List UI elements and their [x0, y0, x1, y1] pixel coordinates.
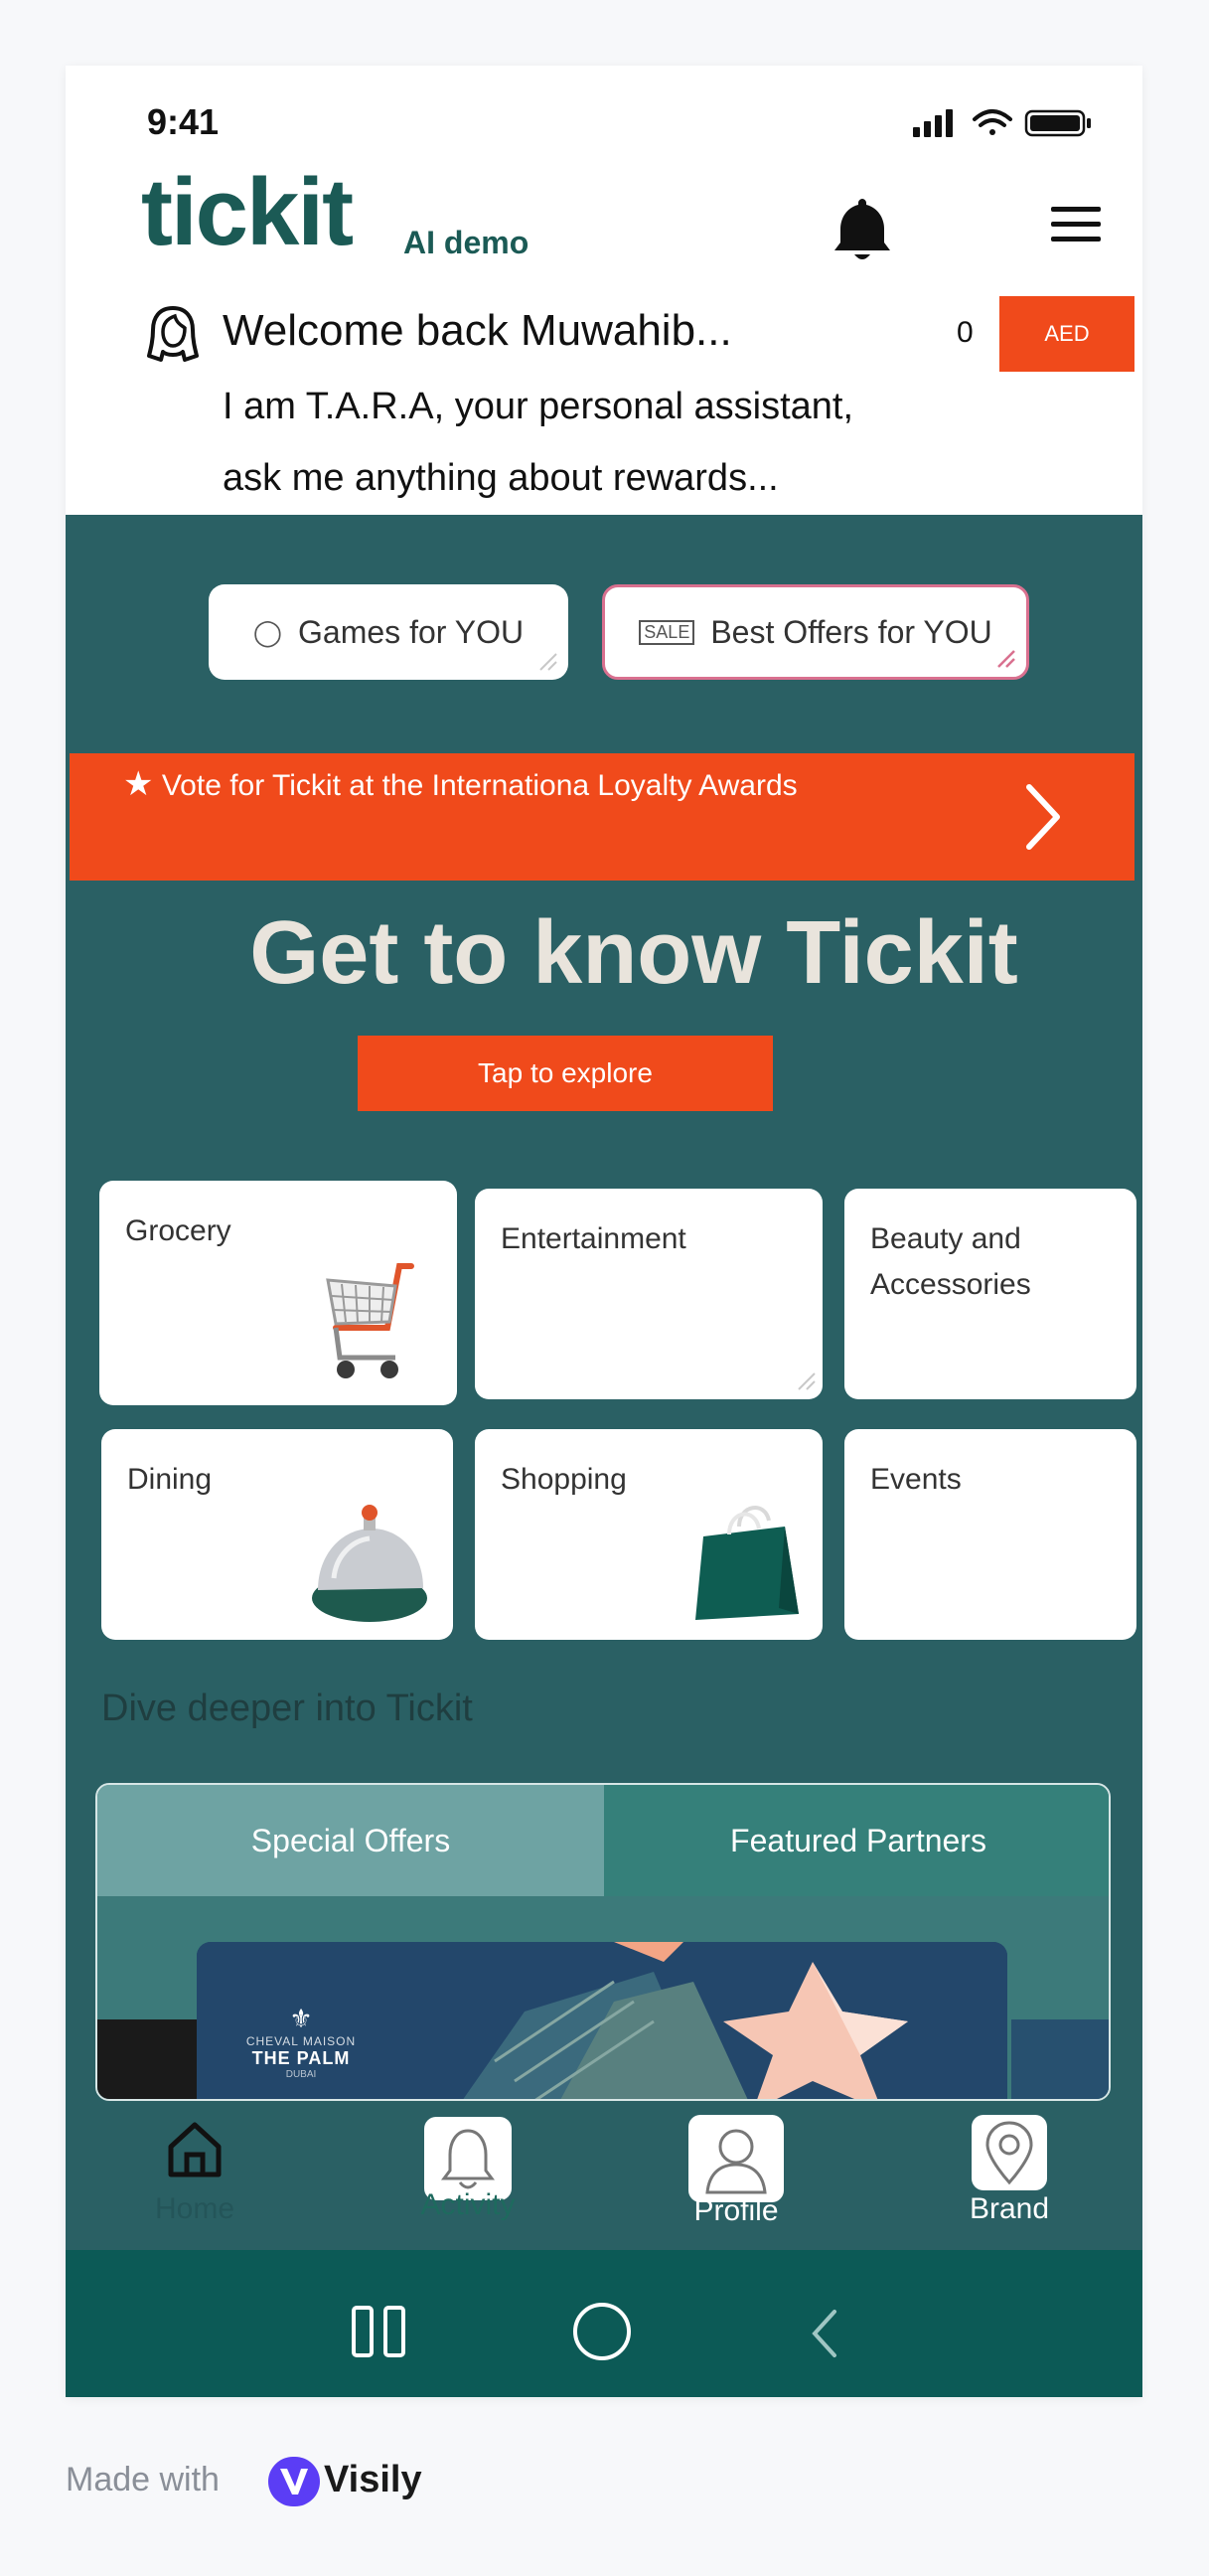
category-label: Grocery [125, 1214, 231, 1247]
vote-banner-text: ★ Vote for Tickit at the Internationa Lo… [123, 765, 798, 803]
games-for-you-button[interactable]: ◯ Games for YOU [209, 584, 568, 680]
user-icon [705, 2129, 767, 2194]
map-pin-icon [985, 2121, 1033, 2185]
nav-label: Profile [693, 2194, 779, 2227]
brand-icon-tile [972, 2115, 1047, 2190]
tab-featured-partners[interactable]: Featured Partners [604, 1785, 1109, 1896]
recent-apps-icon[interactable] [350, 2304, 409, 2359]
category-label: Dining [127, 1463, 213, 1496]
tap-to-explore-button[interactable]: Tap to explore [358, 1036, 773, 1111]
category-card-events[interactable]: Events [844, 1429, 1136, 1640]
assistant-avatar-icon [147, 306, 199, 362]
category-label: Entertainment [501, 1222, 686, 1255]
nav-label: Activity [420, 2188, 516, 2221]
signal-icon [913, 109, 953, 137]
shopping-cart-icon [326, 1263, 414, 1378]
category-card-grocery[interactable]: Grocery [99, 1181, 457, 1405]
tickit-logo[interactable]: tickit [141, 165, 354, 260]
visily-brand[interactable]: Visily [324, 2459, 422, 2501]
notification-bell-icon[interactable] [831, 195, 894, 266]
category-card-entertainment[interactable]: Entertainment [475, 1189, 823, 1399]
games-label: Games for YOU [298, 613, 525, 650]
coin-count: 0 [957, 316, 974, 349]
hero-title: Get to know Tickit [249, 903, 1018, 1003]
category-label: Beauty and Accessories [870, 1222, 1031, 1301]
best-offers-label: Best Offers for YOU [710, 613, 992, 650]
category-card-beauty[interactable]: Beauty and Accessories [844, 1189, 1136, 1399]
back-icon[interactable] [807, 2306, 842, 2361]
next-banner-thumb [1011, 2019, 1109, 2099]
tab-special-offers[interactable]: Special Offers [97, 1785, 604, 1896]
prev-banner-thumb [97, 2019, 197, 2099]
welcome-text: Welcome back Muwahib... [223, 306, 732, 355]
nav-home[interactable]: Home [135, 2117, 254, 2226]
assistant-intro-line-1: I am T.A.R.A, your personal assistant, [223, 386, 854, 427]
resize-grip-icon [539, 653, 557, 671]
wifi-icon [973, 109, 1012, 135]
nav-profile[interactable]: Profile [672, 2115, 801, 2228]
nav-label: Home [154, 2192, 235, 2225]
offer-banner[interactable]: ⚜ CHEVAL MAISON THE PALM DUBAI [197, 1942, 1007, 2099]
nav-brand[interactable]: Brand [945, 2115, 1074, 2226]
category-card-dining[interactable]: Dining [101, 1429, 453, 1640]
deeper-panel: Special Offers Featured Partners ⚜ CHEVA… [95, 1783, 1111, 2101]
nav-activity[interactable]: Activity [403, 2117, 532, 2222]
home-icon [168, 2122, 222, 2177]
battery-icon [1024, 109, 1091, 137]
partner-brand: ⚜ CHEVAL MAISON THE PALM DUBAI [236, 2004, 366, 2080]
currency-button[interactable]: AED [999, 296, 1134, 372]
home-circle-icon[interactable] [570, 2300, 634, 2363]
category-label: Events [870, 1463, 962, 1496]
resize-grip-icon [997, 650, 1015, 668]
category-card-shopping[interactable]: Shopping [475, 1429, 823, 1640]
assistant-intro-line-2: ask me anything about rewards... [223, 457, 779, 499]
visily-logo-icon[interactable] [268, 2457, 320, 2506]
chevron-right-icon[interactable] [1019, 779, 1069, 855]
hamburger-menu-icon[interactable] [1049, 205, 1103, 244]
sale-tag-icon: SALE [639, 619, 695, 645]
phone-frame: 9:41 tickit AI demo Welcome back Muwahib… [66, 66, 1142, 2397]
profile-icon-tile [688, 2115, 784, 2202]
star-icon: ★ [123, 765, 154, 803]
best-offers-button[interactable]: SALE Best Offers for YOU [602, 584, 1029, 680]
logo-subtitle: AI demo [403, 225, 529, 260]
gamepad-icon: ◯ [252, 616, 283, 647]
status-icons [913, 109, 1091, 137]
status-time: 9:41 [147, 101, 220, 142]
resize-grip-icon [798, 1372, 816, 1390]
shopping-bag-icon [695, 1506, 799, 1620]
bell-icon [441, 2129, 495, 2189]
nav-label: Brand [969, 2192, 1050, 2225]
made-with-text: Made with [66, 2461, 220, 2498]
service-bell-icon [312, 1505, 427, 1622]
section-title: Dive deeper into Tickit [101, 1688, 473, 1729]
partner-logo-icon: ⚜ [289, 2004, 313, 2033]
